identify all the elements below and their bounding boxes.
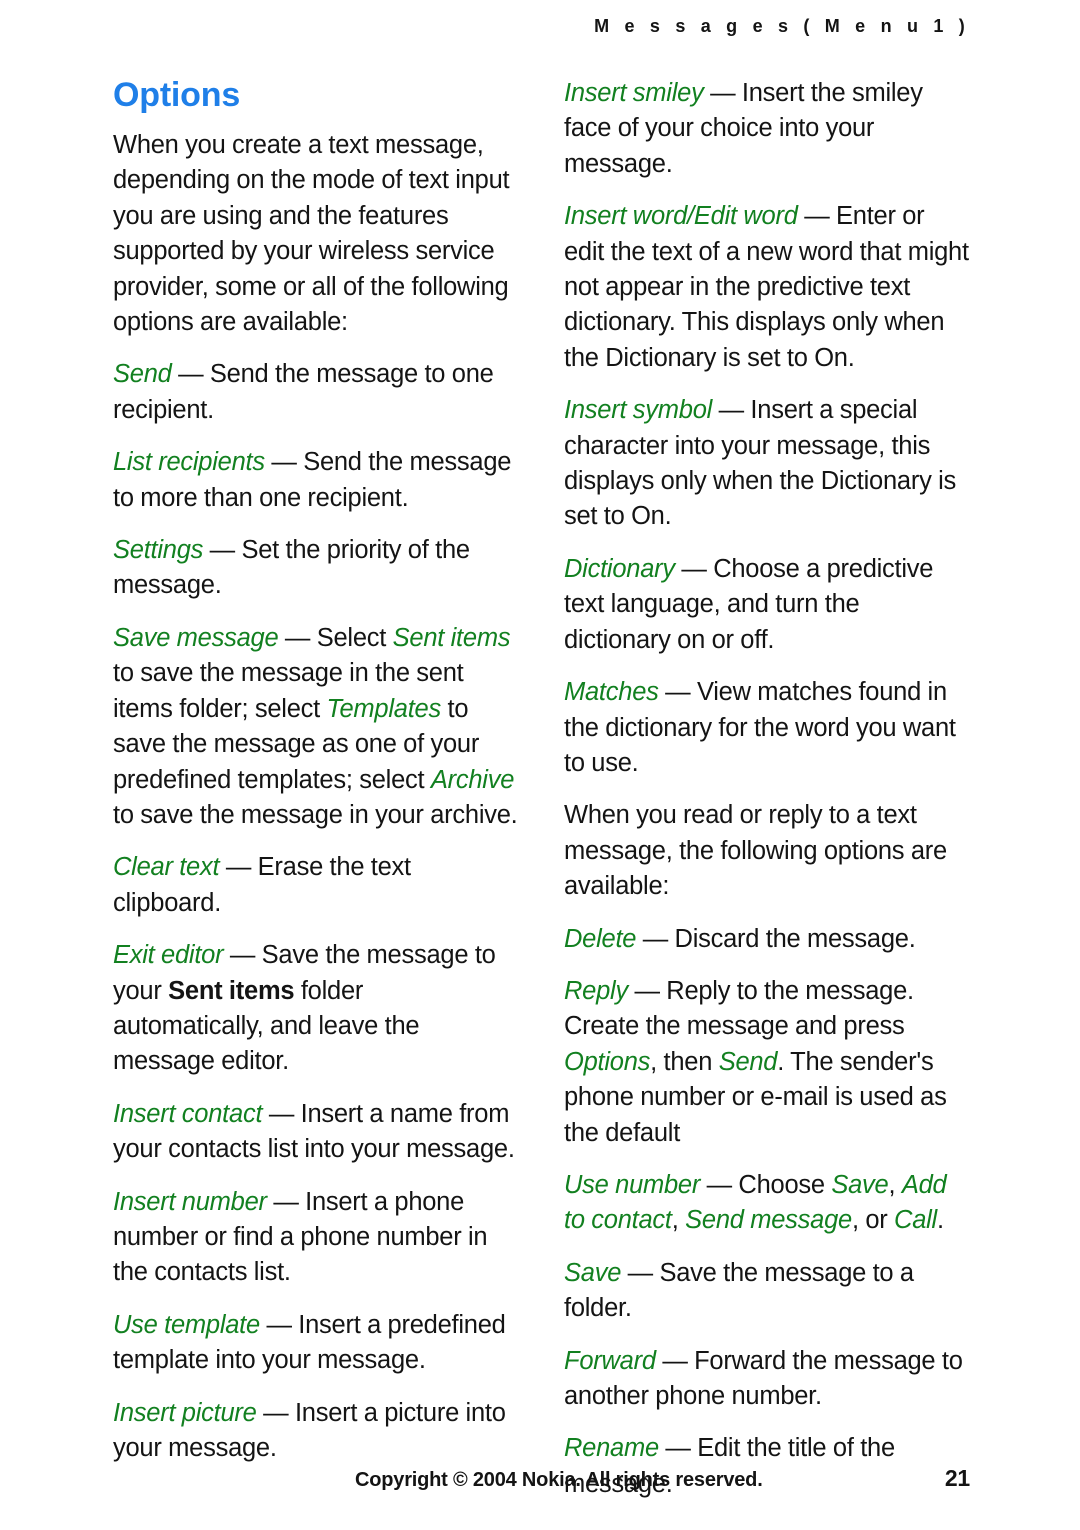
option-entry-use-number: Use number — Choose Save, Add to contact… [564, 1168, 969, 1239]
option-entry-clear-text: Clear text — Erase the text clipboard. [113, 850, 518, 921]
option-term: Exit editor [113, 941, 224, 970]
option-term: Rename [564, 1434, 659, 1463]
option-entry-forward: Forward — Forward the message to another… [564, 1344, 969, 1415]
option-description-part: Select [316, 623, 393, 652]
option-term: Clear text [113, 853, 220, 882]
option-entry-dictionary: Dictionary — Choose a predictive text la… [564, 552, 969, 658]
inline-term-send: Send [718, 1047, 778, 1076]
em-dash: — [655, 1346, 695, 1375]
page-number: 21 [944, 1465, 970, 1491]
em-dash: — [658, 678, 697, 707]
inline-term-templates: Templates [326, 694, 442, 723]
option-term: Insert contact [113, 1099, 263, 1128]
option-entry-insert-contact: Insert contact — Insert a name from your… [113, 1097, 518, 1168]
option-term: Dictionary [564, 554, 675, 583]
em-dash: — [223, 941, 262, 970]
em-dash: — [797, 202, 836, 231]
copyright-notice: Copyright © 2004 Nokia. All rights reser… [355, 1469, 763, 1491]
em-dash: — [266, 1187, 306, 1216]
read-reply-intro-paragraph: When you read or reply to a text message… [564, 801, 947, 901]
option-term: Insert number [113, 1187, 267, 1216]
option-entry-save-message: Save message — Select Sent items to save… [113, 621, 518, 833]
running-header: M e s s a g e s ( M e n u 1 ) [594, 16, 970, 36]
document-page: M e s s a g e s ( M e n u 1 ) Options Wh… [0, 0, 1080, 1530]
em-dash: — [259, 1310, 299, 1339]
em-dash: — [674, 554, 714, 583]
option-entry-matches: Matches — View matches found in the dict… [564, 675, 969, 781]
em-dash: — [219, 853, 258, 882]
option-description-part: . [936, 1206, 944, 1235]
em-dash: — [621, 1258, 660, 1287]
option-entry-insert-picture: Insert picture — Insert a picture into y… [113, 1396, 518, 1467]
option-entry-save: Save — Save the message to a folder. [564, 1256, 969, 1327]
option-entry-list-recipients: List recipients — Send the message to mo… [113, 445, 518, 516]
em-dash: — [627, 976, 667, 1005]
option-term: Settings [113, 536, 204, 565]
em-dash: — [262, 1099, 301, 1128]
inline-term-sent-items: Sent items [392, 623, 511, 652]
two-column-body: Options When you create a text message, … [113, 76, 970, 1498]
page-title: Options [113, 76, 241, 114]
option-term: Send [113, 360, 172, 389]
em-dash: — [256, 1398, 295, 1427]
option-term: List recipients [113, 448, 265, 477]
option-description-part: to save the message in your archive. [113, 800, 518, 829]
option-term: Save message [113, 623, 279, 652]
option-term: Delete [564, 924, 637, 953]
em-dash: — [712, 396, 751, 425]
inline-term-call: Call [894, 1206, 937, 1235]
em-dash: — [700, 1170, 739, 1199]
option-term: Matches [564, 678, 659, 707]
intro-paragraph: When you create a text message, dependin… [113, 131, 510, 337]
option-term: Save [564, 1258, 622, 1287]
option-term: Use number [564, 1170, 701, 1199]
option-description-part: , [671, 1206, 686, 1235]
em-dash: — [658, 1434, 698, 1463]
option-description-part: , then [650, 1047, 719, 1076]
option-entry-settings: Settings — Set the priority of the messa… [113, 533, 518, 604]
option-term: Insert smiley [564, 79, 704, 107]
option-term: Reply [564, 976, 628, 1005]
em-dash: — [264, 448, 304, 477]
option-description-part: , or [851, 1206, 895, 1235]
option-entry-reply: Reply — Reply to the message. Create the… [564, 974, 969, 1151]
em-dash: — [636, 924, 675, 953]
option-entry-exit-editor: Exit editor — Save the message to your S… [113, 938, 518, 1080]
option-entry-insert-word-edit-word: Insert word/Edit word — Enter or edit th… [564, 199, 969, 376]
em-dash: — [171, 360, 210, 389]
option-entry-insert-smiley: Insert smiley — Insert the smiley face o… [564, 76, 969, 182]
inline-term-options: Options [564, 1047, 651, 1076]
option-description-part: , [888, 1170, 902, 1199]
option-term: Insert symbol [564, 396, 713, 425]
em-dash: — [203, 536, 242, 565]
left-column: Options When you create a text message, … [113, 76, 518, 1462]
option-term: Insert word/Edit word [564, 202, 798, 231]
em-dash: — [703, 79, 742, 107]
option-description: Discard the message. [674, 924, 916, 953]
page-footer: Copyright © 2004 Nokia. All rights reser… [355, 1465, 970, 1492]
option-term: Use template [113, 1310, 260, 1339]
option-entry-insert-symbol: Insert symbol — Insert a special charact… [564, 393, 969, 535]
em-dash: — [278, 623, 317, 652]
option-entry-insert-number: Insert number — Insert a phone number or… [113, 1185, 518, 1291]
inline-term-archive: Archive [430, 765, 515, 794]
option-entry-delete: Delete — Discard the message. [564, 922, 969, 957]
option-description-part: Choose [738, 1170, 832, 1199]
inline-term-send-message: Send message [685, 1206, 852, 1235]
bold-term-sent-items: Sent items [168, 976, 295, 1005]
option-entry-send: Send — Send the message to one recipient… [113, 357, 518, 428]
option-entry-use-template: Use template — Insert a predefined templ… [113, 1308, 518, 1379]
option-term: Insert picture [113, 1398, 257, 1427]
option-term: Forward [564, 1346, 656, 1375]
right-column: Insert smiley — Insert the smiley face o… [564, 76, 969, 1498]
inline-term-save: Save [831, 1170, 889, 1199]
